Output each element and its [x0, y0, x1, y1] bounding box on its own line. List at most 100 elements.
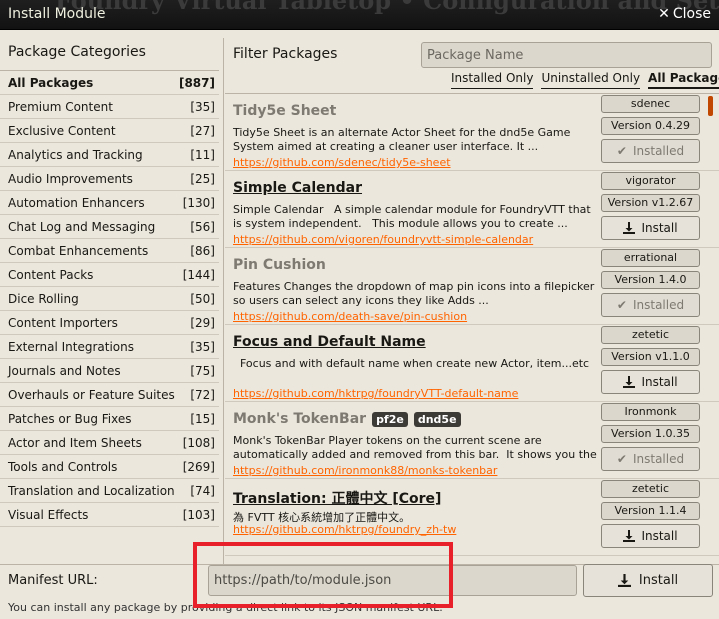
- checkmark-icon: ✔: [616, 144, 627, 158]
- button-label: Installed: [632, 298, 685, 312]
- package-version: Version 1.4.0: [601, 271, 700, 289]
- category-label: Premium Content: [8, 99, 113, 114]
- category-item-dice-rolling[interactable]: Dice Rolling [50]: [0, 287, 219, 311]
- category-item-premium-content[interactable]: Premium Content [35]: [0, 95, 219, 119]
- manifest-url-input[interactable]: [208, 565, 577, 596]
- package-title[interactable]: Monk's TokenBar pf2e dnd5e: [233, 411, 461, 427]
- install-package-button[interactable]: Install: [601, 216, 700, 240]
- category-item-all-packages[interactable]: All Packages [887]: [0, 71, 219, 95]
- system-tag: dnd5e: [413, 411, 461, 427]
- package-item: Translation: 正體中文 [Core] 為 FVTT 核心系統增加了正…: [225, 479, 719, 556]
- package-title-text: Monk's TokenBar: [233, 411, 367, 427]
- tab-installed-only[interactable]: Installed Only: [451, 71, 534, 89]
- category-item-content-packs[interactable]: Content Packs [144]: [0, 263, 219, 287]
- package-description: Features Changes the dropdown of map pin…: [233, 280, 598, 307]
- package-url-link[interactable]: https://github.com/sdenec/tidy5e-sheet: [233, 156, 451, 169]
- package-version: Version 1.0.35: [601, 425, 700, 443]
- package-list: Tidy5e Sheet Tidy5e Sheet is an alternat…: [225, 93, 719, 558]
- install-package-button[interactable]: Install: [601, 370, 700, 394]
- button-label: Install: [638, 573, 679, 588]
- category-label: Dice Rolling: [8, 291, 79, 306]
- checkmark-icon: ✔: [616, 452, 627, 466]
- category-label: External Integrations: [8, 339, 134, 354]
- package-url-link[interactable]: https://github.com/hktrpg/foundry_zh-tw: [233, 523, 456, 536]
- package-title[interactable]: Simple Calendar: [233, 180, 362, 196]
- package-description: Focus and with default name when create …: [233, 357, 590, 370]
- checkmark-icon: ✔: [616, 298, 627, 312]
- background-title: Foundry Virtual Tabletop • Configuration…: [55, 0, 719, 15]
- install-module-window: Package Categories All Packages [887] Pre…: [0, 30, 719, 619]
- category-item-automation[interactable]: Automation Enhancers [130]: [0, 191, 219, 215]
- category-item-external-integrations[interactable]: External Integrations [35]: [0, 335, 219, 359]
- package-meta: errational Version 1.4.0 ✔ Installed: [601, 249, 700, 317]
- category-item-patches[interactable]: Patches or Bug Fixes [15]: [0, 407, 219, 431]
- category-item-sheets[interactable]: Actor and Item Sheets [108]: [0, 431, 219, 455]
- category-label: Visual Effects: [8, 507, 89, 522]
- category-item-journals[interactable]: Journals and Notes [75]: [0, 359, 219, 383]
- category-item-translation[interactable]: Translation and Localization [74]: [0, 479, 219, 503]
- package-item: Tidy5e Sheet Tidy5e Sheet is an alternat…: [225, 94, 719, 171]
- category-count: [86]: [190, 243, 215, 258]
- category-label: Overhauls or Feature Suites: [8, 387, 175, 402]
- package-url-link[interactable]: https://github.com/hktrpg/foundryVTT-def…: [233, 387, 518, 400]
- package-item: Focus and Default Name Focus and with de…: [225, 325, 719, 402]
- package-author: errational: [601, 249, 700, 267]
- close-icon: ✕: [658, 6, 670, 22]
- package-meta: vigorator Version v1.2.67 Install: [601, 172, 700, 240]
- package-author: vigorator: [601, 172, 700, 190]
- package-version: Version v1.1.0: [601, 348, 700, 366]
- download-icon: [617, 574, 631, 587]
- package-list-scrollbar[interactable]: [708, 96, 713, 116]
- button-label: Install: [641, 221, 678, 235]
- package-title[interactable]: Tidy5e Sheet: [233, 103, 336, 119]
- window-titlebar: Foundry Virtual Tabletop • Configuration…: [0, 0, 719, 30]
- category-label: Chat Log and Messaging: [8, 219, 156, 234]
- category-count: [144]: [182, 267, 215, 282]
- filter-tabs: Installed Only Uninstalled Only All Pack…: [451, 71, 719, 89]
- category-item-tools[interactable]: Tools and Controls [269]: [0, 455, 219, 479]
- tab-uninstalled-only[interactable]: Uninstalled Only: [541, 71, 641, 89]
- category-count: [15]: [190, 411, 215, 426]
- category-item-exclusive-content[interactable]: Exclusive Content [27]: [0, 119, 219, 143]
- package-title-text: Pin Cushion: [233, 257, 326, 273]
- category-label: Content Packs: [8, 267, 94, 282]
- package-meta: sdenec Version 0.4.29 ✔ Installed: [601, 95, 700, 163]
- filter-row: Filter Packages: [225, 38, 719, 68]
- category-count: [35]: [190, 339, 215, 354]
- category-item-audio[interactable]: Audio Improvements [25]: [0, 167, 219, 191]
- package-title[interactable]: Translation: 正體中文 [Core]: [233, 488, 441, 508]
- package-url-link[interactable]: https://github.com/ironmonk88/monks-toke…: [233, 464, 497, 477]
- button-label: Installed: [632, 452, 685, 466]
- package-item: Pin Cushion Features Changes the dropdow…: [225, 248, 719, 325]
- category-label: Automation Enhancers: [8, 195, 145, 210]
- category-label: Analytics and Tracking: [8, 147, 143, 162]
- category-item-chat-log[interactable]: Chat Log and Messaging [56]: [0, 215, 219, 239]
- close-label: Close: [672, 6, 711, 22]
- installed-button: ✔ Installed: [601, 293, 700, 317]
- install-package-button[interactable]: Install: [601, 524, 700, 548]
- category-count: [56]: [190, 219, 215, 234]
- button-label: Install: [641, 529, 678, 543]
- category-item-analytics[interactable]: Analytics and Tracking [11]: [0, 143, 219, 167]
- category-count: [75]: [190, 363, 215, 378]
- tab-all-packages[interactable]: All Packages: [648, 71, 719, 89]
- package-url-link[interactable]: https://github.com/death-save/pin-cushio…: [233, 310, 467, 323]
- package-title[interactable]: Pin Cushion: [233, 257, 326, 273]
- category-count: [887]: [178, 75, 215, 90]
- category-item-content-importers[interactable]: Content Importers [29]: [0, 311, 219, 335]
- install-manifest-button[interactable]: Install: [583, 564, 713, 597]
- category-list: All Packages [887] Premium Content [35] Ex…: [0, 71, 223, 527]
- categories-heading: Package Categories: [0, 38, 219, 71]
- category-item-overhauls[interactable]: Overhauls or Feature Suites [72]: [0, 383, 219, 407]
- package-title[interactable]: Focus and Default Name: [233, 334, 426, 350]
- package-url-link[interactable]: https://github.com/vigoren/foundryvtt-si…: [233, 233, 533, 246]
- category-count: [27]: [190, 123, 215, 138]
- category-count: [269]: [182, 459, 215, 474]
- package-author: zetetic: [601, 326, 700, 344]
- category-item-combat[interactable]: Combat Enhancements [86]: [0, 239, 219, 263]
- package-search-input[interactable]: [421, 42, 712, 68]
- category-item-visual-effects[interactable]: Visual Effects [103]: [0, 503, 219, 527]
- category-label: Combat Enhancements: [8, 243, 149, 258]
- package-title-text: Simple Calendar: [233, 180, 363, 196]
- close-button[interactable]: ✕ Close: [658, 6, 711, 22]
